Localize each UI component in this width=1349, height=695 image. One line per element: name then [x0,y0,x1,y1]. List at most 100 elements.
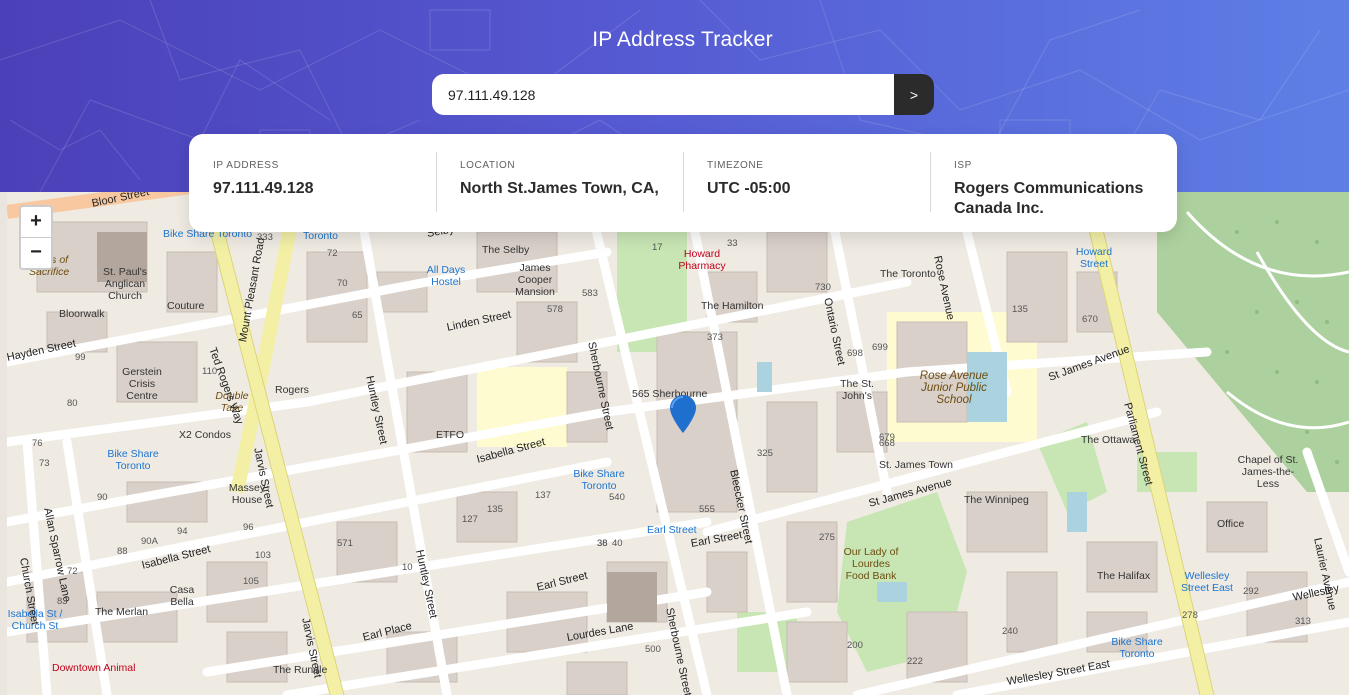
timezone-value: UTC -05:00 [707,180,791,197]
house-number-label: 699 [872,342,888,353]
timezone-label: Timezone [707,160,764,171]
the-ottawa-label: The Ottawa [1081,434,1136,446]
map-zoom-control: + − [19,205,53,270]
house-number-label: 72 [67,566,78,577]
house-number-label: 96 [243,522,254,533]
the-merlan-label: The Merlan [95,606,149,618]
house-number-label: 222 [907,656,923,667]
zoom-in-button[interactable]: + [21,207,51,237]
office-label: Office [1217,518,1245,530]
st-pauls-church-label: St. Paul's Anglican Church [102,266,148,302]
ip-search-input[interactable] [432,74,894,115]
house-number-label: 80 [67,398,78,409]
downtown-animal-label: Downtown Animal [52,662,136,674]
page-title: IP Address Tracker [592,28,773,51]
house-number-label: 500 [645,644,661,655]
house-number-label: 72 [327,248,338,259]
house-number-label: 571 [337,538,353,549]
house-number-label: 275 [819,532,835,543]
house-number-label: 88 [117,546,128,557]
isp-panel: ISP Rogers Communications Canada Inc. [930,134,1177,232]
map-view[interactable]: Bloor Street Bike Share Toronto St. Paul… [7,192,1349,695]
house-number-label: 10 [402,562,413,573]
house-number-label: 127 [462,514,478,525]
house-number-label: 17 [652,242,663,253]
house-number-label: 38 [597,538,608,549]
howard-street-stop-label: Howard Street [1075,246,1113,270]
house-number-label: 555 [699,504,715,515]
gerstein-crisis-centre-label: Gerstein Crisis Centre [122,366,162,402]
house-number-label: 110 [202,366,218,377]
house-number-label: 65 [352,310,363,321]
house-number-label: 578 [547,304,563,315]
house-number-label: 73 [39,458,50,469]
house-number-label: 70 [337,278,348,289]
all-days-hostel-label: All Days Hostel [426,264,466,288]
house-number-label: 105 [243,576,259,587]
house-number-label: 240 [1002,626,1018,637]
house-number-label: 135 [1012,304,1028,315]
st-johns-label: The St. John's [840,378,874,402]
ip-address-panel: IP Address 97.111.49.128 [189,134,436,232]
isp-value: Rogers Communications Canada Inc. [954,180,1144,217]
timezone-panel: Timezone UTC -05:00 [683,134,930,232]
house-number-label: 313 [1295,616,1311,627]
house-number-label: 325 [757,448,773,459]
house-number-label: 670 [1082,314,1098,325]
bike-share-label-3: Bike Share Toronto [573,468,625,492]
house-number-label: 90 [97,492,108,503]
the-toronto-label: The Toronto [880,268,936,280]
house-number-label: 333 [257,232,273,243]
house-number-label: 90A [141,536,158,547]
house-number-label: 33 [727,238,738,249]
howard-pharmacy-label: Howard Pharmacy [678,248,726,272]
wellesley-stop-label: Wellesley Street East [1181,570,1233,594]
couture-label: Couture [167,300,205,312]
zoom-out-button[interactable]: − [21,237,51,268]
bloorwalk-label: Bloorwalk [59,308,105,320]
house-number-label: 103 [255,550,271,561]
x2-condos-label: X2 Condos [179,429,231,441]
the-hamilton-label: The Hamilton [701,300,764,312]
chapel-label: Chapel of St. James-the-Less [1237,454,1299,490]
the-winnipeg-label: The Winnipeg [964,494,1029,506]
bike-share-label-2: Bike Share Toronto [107,448,159,472]
house-number-label: 76 [32,438,43,449]
house-number-label: 698 [847,348,863,359]
house-number-label: 278 [1182,610,1198,621]
casa-bella-label: Casa Bella [169,584,195,608]
etfo-label: ETFO [436,429,464,441]
ip-info-card: IP Address 97.111.49.128 Location North … [189,134,1177,232]
location-pin-icon[interactable] [670,395,696,433]
house-number-label: 137 [535,490,551,501]
house-number-label: 540 [609,492,625,503]
location-panel: Location North St.James Town, CA, [436,134,683,232]
house-number-label: 373 [707,332,723,343]
the-selby-label: The Selby [482,244,530,256]
house-number-label: 94 [177,526,188,537]
the-halifax-label: The Halifax [1097,570,1151,582]
our-lady-food-bank-label: Our Lady of Lourdes Food Bank [843,546,899,582]
isp-label: ISP [954,160,972,171]
james-cooper-mansion-label: James Cooper Mansion [515,262,555,298]
house-number-label: 292 [1243,586,1259,597]
house-number-label: 40 [612,538,623,549]
house-number-label: 83 [57,596,68,607]
house-number-label: 730 [815,282,831,293]
house-number-label: 99 [75,352,86,363]
ip-address-label: IP Address [213,160,279,171]
bike-share-label-4: Bike Share Toronto [1111,636,1163,660]
ip-search-form: > [432,74,934,115]
house-number-label: 679 [879,432,895,443]
location-label: Location [460,160,516,171]
ip-tracker-page: IP Address Tracker > IP Address 97.111.4… [0,0,1349,695]
house-number-label: 200 [847,640,863,651]
rogers-label: Rogers [275,384,309,396]
earl-street-stop-label: Earl Street [647,524,697,536]
search-submit-button[interactable]: > [894,74,934,115]
house-number-label: 583 [582,288,598,299]
house-number-label: 135 [487,504,503,515]
location-value: North St.James Town, CA, [460,180,659,197]
rose-avenue-school-label: Rose Avenue Junior Public School [919,370,989,406]
ip-address-value: 97.111.49.128 [213,180,314,197]
